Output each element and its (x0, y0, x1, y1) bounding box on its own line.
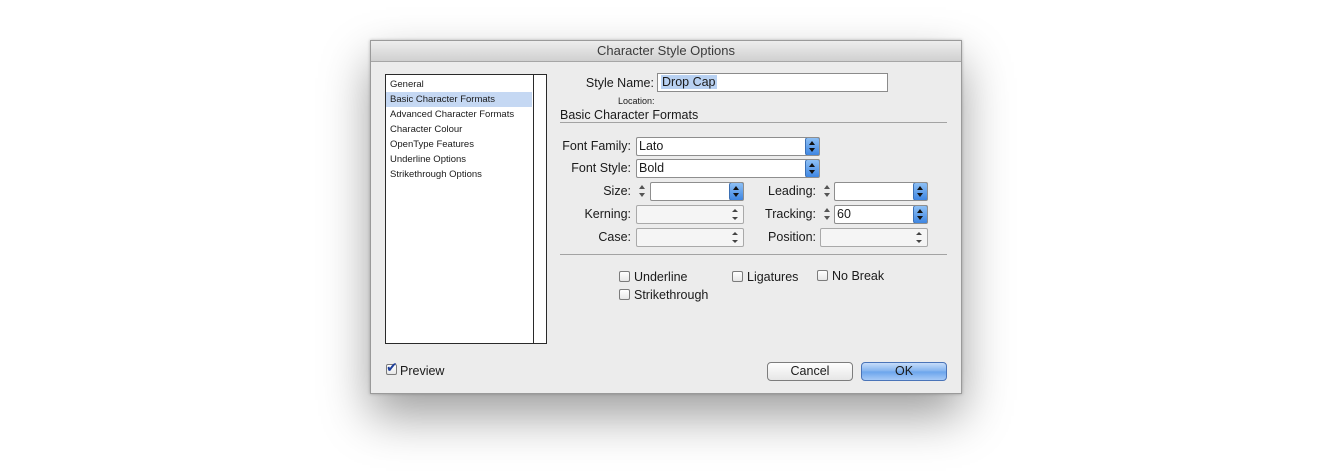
font-family-value: Lato (639, 139, 664, 153)
strikethrough-label: Strikethrough (634, 288, 709, 302)
font-style-dropdown-arrow-icon[interactable] (805, 160, 819, 177)
sidebar-scrollbar[interactable] (533, 75, 546, 343)
location-label: Location: (618, 96, 655, 106)
position-select[interactable] (820, 228, 928, 247)
case-select[interactable] (636, 228, 744, 247)
sidebar-item-advanced-character-formats[interactable]: Advanced Character Formats (386, 107, 532, 122)
size-dropdown-arrow-icon[interactable] (729, 183, 743, 200)
tracking-combo[interactable]: 60 (834, 205, 928, 224)
ligatures-checkbox[interactable] (732, 271, 743, 282)
strikethrough-checkbox[interactable] (619, 289, 630, 300)
underline-checkbox[interactable] (619, 271, 630, 282)
sidebar-item-general[interactable]: General (386, 77, 532, 92)
no-break-checkbox[interactable] (817, 270, 828, 281)
sidebar-item-strikethrough-options[interactable]: Strikethrough Options (386, 167, 532, 182)
cancel-button[interactable]: Cancel (767, 362, 853, 381)
underline-label: Underline (634, 270, 688, 284)
section-divider (560, 122, 947, 123)
sidebar-item-character-colour[interactable]: Character Colour (386, 122, 532, 137)
preview-checkbox[interactable] (386, 360, 398, 376)
case-dropdown-arrow-icon (732, 232, 739, 243)
leading-dropdown-arrow-icon[interactable] (913, 183, 927, 200)
tracking-dropdown-arrow-icon[interactable] (913, 206, 927, 223)
category-list[interactable]: General Basic Character Formats Advanced… (385, 74, 547, 344)
ligatures-label: Ligatures (747, 270, 799, 284)
position-dropdown-arrow-icon (916, 232, 923, 243)
font-style-value: Bold (639, 161, 665, 175)
leading-combo[interactable] (834, 182, 928, 201)
font-family-label: Font Family: (562, 139, 631, 153)
style-name-input[interactable]: Drop Cap (657, 73, 888, 92)
leading-stepper-icon[interactable] (822, 182, 833, 200)
tracking-stepper-icon[interactable] (822, 205, 833, 223)
size-stepper-icon[interactable] (637, 182, 648, 200)
section-title: Basic Character Formats (560, 108, 699, 122)
position-label: Position: (768, 230, 816, 244)
leading-label: Leading: (768, 184, 816, 198)
preview-label: Preview (400, 364, 445, 378)
font-style-label: Font Style: (571, 161, 631, 175)
sidebar-item-basic-character-formats[interactable]: Basic Character Formats (386, 92, 532, 107)
tracking-label: Tracking: (765, 207, 816, 221)
window-title: Character Style Options (371, 41, 961, 62)
size-combo[interactable] (650, 182, 744, 201)
size-label: Size: (603, 184, 631, 198)
style-name-label: Style Name: (585, 76, 654, 90)
kerning-dropdown-arrow-icon (732, 209, 739, 220)
kerning-select[interactable] (636, 205, 744, 224)
style-name-value: Drop Cap (661, 75, 717, 89)
font-family-dropdown-arrow-icon[interactable] (805, 138, 819, 155)
font-family-select[interactable]: Lato (636, 137, 820, 156)
ok-button[interactable]: OK (861, 362, 947, 381)
sidebar-item-underline-options[interactable]: Underline Options (386, 152, 532, 167)
tracking-value: 60 (837, 207, 851, 221)
font-style-select[interactable]: Bold (636, 159, 820, 178)
case-label: Case: (598, 230, 631, 244)
options-divider (560, 254, 947, 255)
sidebar-item-opentype-features[interactable]: OpenType Features (386, 137, 532, 152)
kerning-label: Kerning: (584, 207, 631, 221)
character-style-options-dialog: Character Style Options General Basic Ch… (370, 40, 962, 394)
no-break-label: No Break (832, 269, 885, 283)
